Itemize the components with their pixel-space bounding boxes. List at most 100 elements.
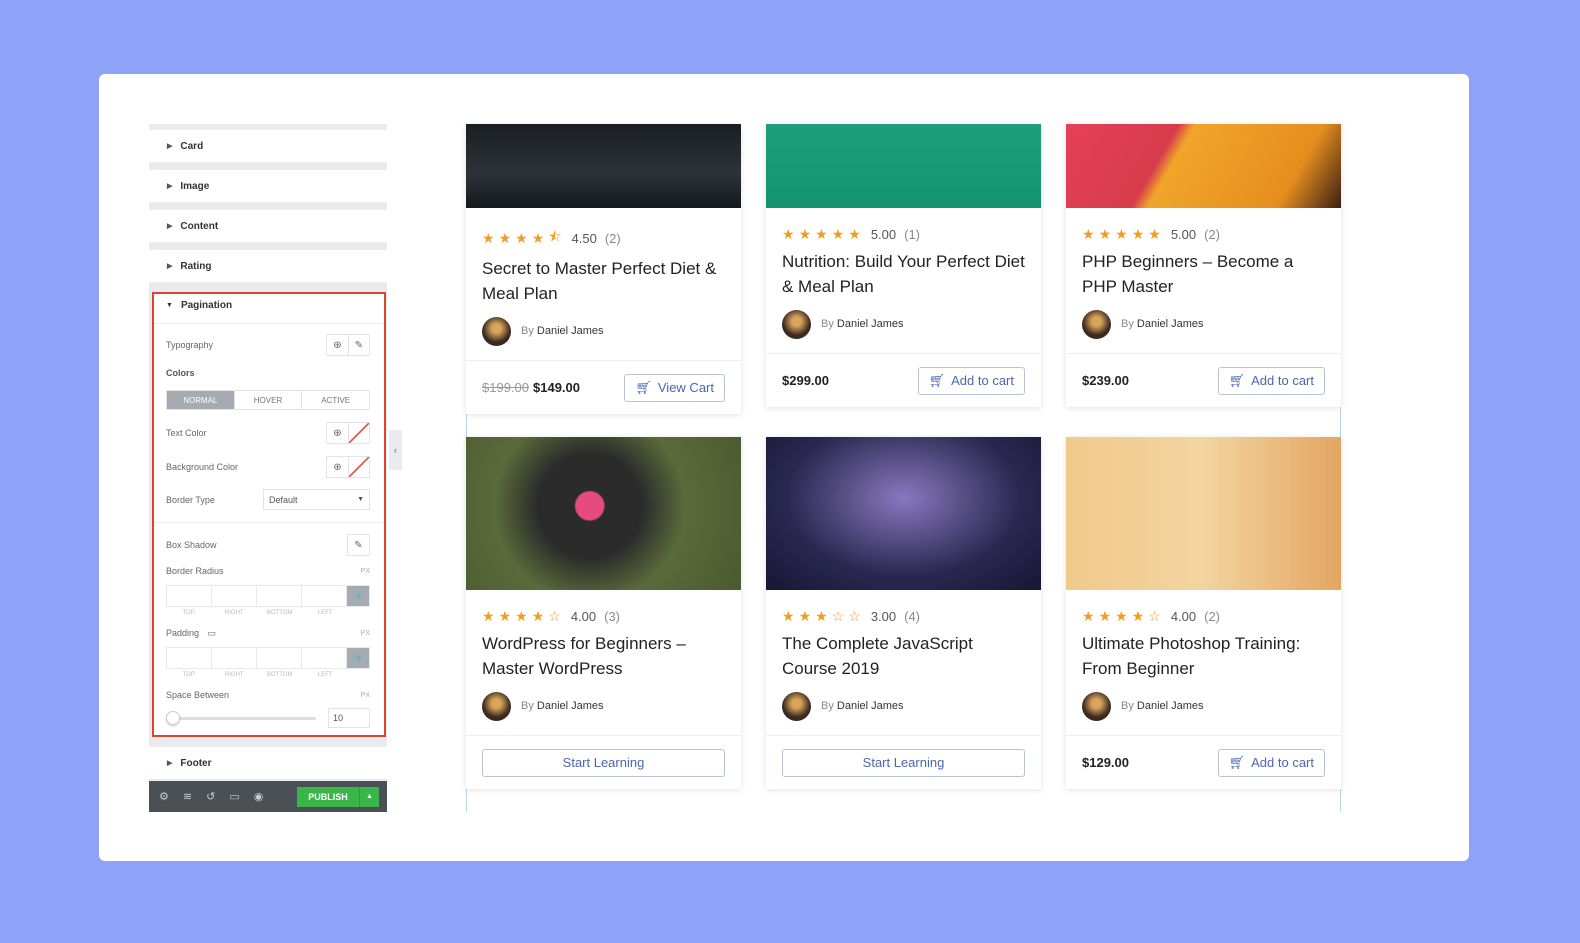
rating: ★ ★ ★ ★ ☆ 4.00 (3) <box>482 608 621 624</box>
publish-button[interactable]: PUBLISH <box>297 786 359 807</box>
tab-normal[interactable]: NORMAL <box>167 391 234 409</box>
price: $129.00 <box>1082 755 1129 770</box>
course-image[interactable] <box>1066 124 1341 208</box>
star-icon: ★ <box>782 226 795 242</box>
avatar <box>782 309 811 339</box>
section-footer[interactable]: ▶ Footer <box>149 747 387 779</box>
course-image[interactable] <box>466 437 741 590</box>
course-title[interactable]: Nutrition: Build Your Perfect Diet & Mea… <box>782 249 1025 299</box>
rating: ★ ★ ★ ★ ★ 5.00 (2) <box>1082 226 1221 242</box>
section-content[interactable]: ▶ Content <box>149 210 387 242</box>
caret-right-icon: ▶ <box>167 143 173 150</box>
author-name[interactable]: Daniel James <box>1137 318 1204 330</box>
rating: ★ ★ ★ ★ ☆ 4.00 (2) <box>1082 608 1221 624</box>
star-icon: ★ <box>498 608 512 624</box>
cart-icon: 🛒︎ <box>1228 754 1246 770</box>
star-icon: ★ <box>848 226 861 242</box>
star-icon: ★ <box>1115 226 1128 242</box>
chevron-up-icon[interactable]: ▲ <box>359 786 379 807</box>
state-tabs: NORMAL HOVER ACTIVE <box>166 390 370 410</box>
cart-button[interactable]: 🛒︎ Add to cart <box>917 366 1025 395</box>
link-icon[interactable]: 🔗 <box>347 586 369 606</box>
caret-right-icon: ▶ <box>167 223 173 230</box>
author-name[interactable]: Daniel James <box>537 700 604 712</box>
border-radius-inputs[interactable]: 🔗 <box>166 585 370 607</box>
layers-icon[interactable]: ≋ <box>183 790 192 803</box>
editor-sidebar: ▶ Card ▶ Image ▶ Content ▶ Rating ▼ Paginatio… <box>149 124 387 812</box>
rating: ★ ★ ★ ★ ★ 5.00 (1) <box>782 226 921 242</box>
cart-icon: 🛒︎ <box>1228 372 1246 388</box>
start-learning-button[interactable]: Start Learning <box>782 748 1025 777</box>
text-color-picker[interactable] <box>348 423 369 443</box>
avatar <box>1082 691 1111 721</box>
pagination-header[interactable]: ▼ Pagination <box>166 300 370 311</box>
course-title[interactable]: PHP Beginners – Become a PHP Master <box>1082 249 1325 299</box>
chevron-down-icon: ▼ <box>357 496 364 503</box>
star-icon: ★ <box>798 608 812 624</box>
star-icon: ★ <box>1131 226 1145 242</box>
caret-right-icon: ▶ <box>167 263 173 270</box>
author-name[interactable]: Daniel James <box>537 325 604 337</box>
pagination-section: ▼ Pagination Typography ⊕ ✎ Colors NORMAL H… <box>152 292 386 737</box>
border-type-select[interactable]: Default ▼ <box>263 489 370 510</box>
desktop-icon[interactable]: ▭ <box>208 628 217 638</box>
caret-right-icon: ▶ <box>167 183 173 190</box>
editor-toolbar: ⚙ ≋ ↺ ▭ ◉ PUBLISH ▲ <box>149 781 387 812</box>
star-icon: ☆ <box>1148 608 1161 624</box>
star-icon: ★ <box>531 229 545 246</box>
price: $239.00 <box>1082 373 1129 388</box>
cart-button[interactable]: 🛒︎ Add to cart <box>1217 366 1325 395</box>
avatar <box>1082 309 1111 339</box>
course-title[interactable]: Secret to Master Perfect Diet & Meal Pla… <box>482 256 725 306</box>
course-title[interactable]: Ultimate Photoshop Training: From Beginn… <box>1082 631 1325 681</box>
course-title[interactable]: WordPress for Beginners – Master WordPre… <box>482 631 725 681</box>
course-image[interactable] <box>766 124 1041 208</box>
course-image[interactable] <box>766 437 1041 590</box>
section-rating[interactable]: ▶ Rating <box>149 250 387 282</box>
start-learning-button[interactable]: Start Learning <box>482 748 725 777</box>
globe-icon[interactable]: ⊕ <box>327 335 348 355</box>
rating: ★ ★ ★ ★ ⯪ 4.50 (2) <box>482 226 725 250</box>
space-between-slider[interactable] <box>166 711 316 725</box>
cart-button[interactable]: 🛒︎ Add to cart <box>1217 748 1325 777</box>
unit-select[interactable]: PX <box>361 630 370 637</box>
history-icon[interactable]: ↺ <box>206 790 215 803</box>
tab-active[interactable]: ACTIVE <box>301 391 369 409</box>
star-icon: ★ <box>782 608 795 624</box>
link-icon[interactable]: 🔗 <box>347 648 369 668</box>
course-card: ★ ★ ★ ★ ★ 5.00 (2) PHP Beginners – Become a PH… <box>1066 124 1341 407</box>
author-name[interactable]: Daniel James <box>1137 700 1204 712</box>
course-card: ★ ★ ★ ★ ⯪ 4.50 (2) Secret to Master Perfect Di… <box>466 124 741 414</box>
unit-select[interactable]: PX <box>361 692 370 699</box>
preview-eye-icon[interactable]: ◉ <box>254 790 264 803</box>
price: $299.00 <box>782 373 829 388</box>
author-name[interactable]: Daniel James <box>837 318 904 330</box>
author-name[interactable]: Daniel James <box>837 700 904 712</box>
section-image[interactable]: ▶ Image <box>149 170 387 202</box>
star-icon: ★ <box>1098 608 1112 624</box>
globe-icon[interactable]: ⊕ <box>327 457 348 477</box>
space-between-input[interactable]: 10 <box>328 708 370 728</box>
star-icon: ★ <box>1148 226 1161 242</box>
pencil-icon[interactable]: ✎ <box>348 535 369 555</box>
responsive-icon[interactable]: ▭ <box>229 790 239 803</box>
tab-hover[interactable]: HOVER <box>233 391 302 409</box>
course-card: ★ ★ ★ ☆ ☆ 3.00 (4) The Complete JavaScript Cou… <box>766 437 1041 789</box>
star-icon: ★ <box>515 608 528 624</box>
star-icon: ★ <box>1082 226 1095 242</box>
unit-select[interactable]: PX <box>361 568 370 575</box>
globe-icon[interactable]: ⊕ <box>327 423 348 443</box>
star-icon: ★ <box>498 229 512 246</box>
cart-button[interactable]: 🛒︎ View Cart <box>624 373 725 402</box>
course-image[interactable] <box>1066 437 1341 590</box>
course-image[interactable] <box>466 124 741 208</box>
settings-icon[interactable]: ⚙ <box>159 790 169 803</box>
section-card[interactable]: ▶ Card <box>149 130 387 162</box>
padding-inputs[interactable]: 🔗 <box>166 647 370 669</box>
collapse-sidebar-button[interactable]: ‹ <box>389 430 402 470</box>
background-color-picker[interactable] <box>348 457 369 477</box>
course-card: ★ ★ ★ ★ ☆ 4.00 (2) Ultimate Photoshop Training… <box>1066 437 1341 789</box>
course-title[interactable]: The Complete JavaScript Course 2019 <box>782 631 1025 681</box>
avatar <box>782 691 811 721</box>
pencil-icon[interactable]: ✎ <box>348 335 369 355</box>
